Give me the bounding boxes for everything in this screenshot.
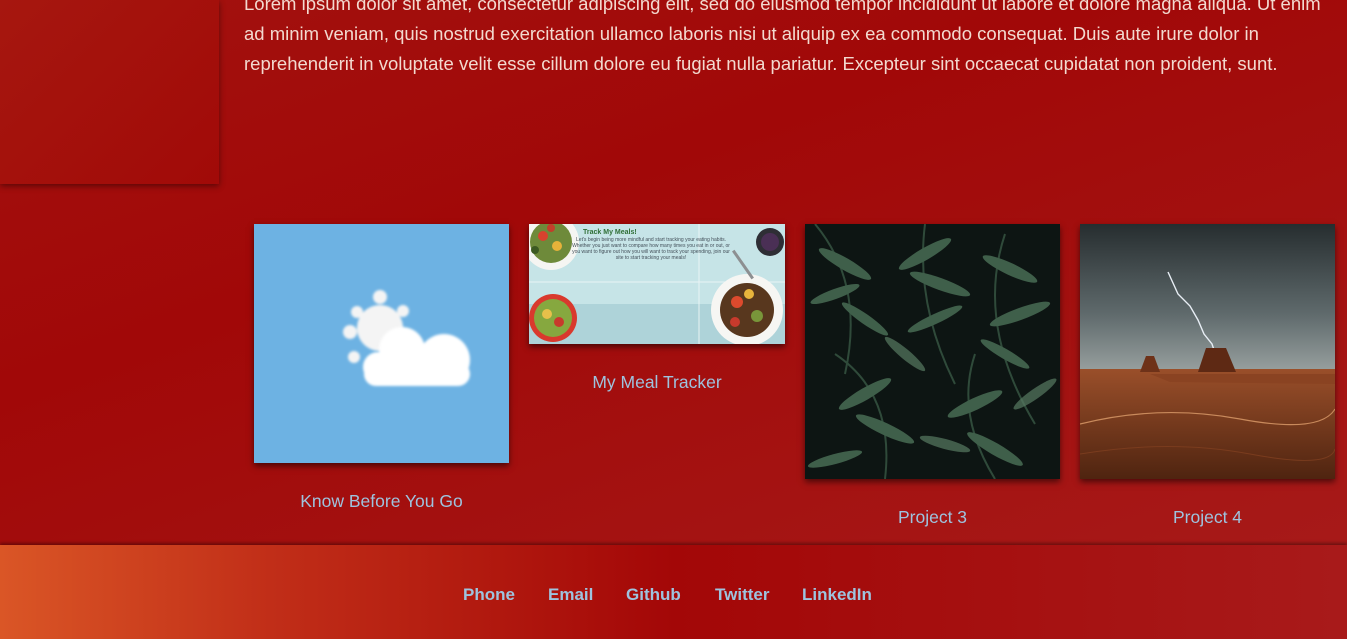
footer-link-email[interactable]: Email [548, 585, 593, 605]
footer-link-twitter[interactable]: Twitter [715, 585, 769, 605]
side-panel [0, 0, 219, 184]
footer-link-phone[interactable]: Phone [463, 585, 515, 605]
project-title[interactable]: Project 4 [1080, 507, 1335, 528]
footer-link-github[interactable]: Github [626, 585, 681, 605]
footer: Phone Email Github Twitter LinkedIn [0, 545, 1347, 639]
project-title[interactable]: My Meal Tracker [529, 372, 785, 393]
project-thumbnail[interactable] [254, 224, 509, 463]
project-thumbnail[interactable]: Track My Meals! Let's begin being more m… [529, 224, 785, 344]
weather-icon [343, 290, 470, 386]
project-card-project-4[interactable]: Project 4 [1080, 224, 1335, 534]
project-thumbnail[interactable] [1080, 224, 1335, 479]
project-thumbnail[interactable] [805, 224, 1060, 479]
jungle-leaves-photo [805, 224, 1060, 479]
desert-lightning-photo [1080, 224, 1335, 479]
project-card-project-3[interactable]: Project 3 [805, 224, 1060, 534]
footer-link-linkedin[interactable]: LinkedIn [802, 585, 872, 605]
screenshot-heading: Track My Meals! [583, 229, 637, 236]
project-title[interactable]: Know Before You Go [254, 491, 509, 512]
project-card-know-before-you-go[interactable]: Know Before You Go [254, 224, 509, 524]
project-title[interactable]: Project 3 [805, 507, 1060, 528]
meal-tracker-screenshot: Track My Meals! Let's begin being more m… [529, 224, 785, 344]
screenshot-text: Let's begin being more mindful and start… [572, 237, 730, 261]
about-paragraph: Lorem ipsum dolor sit amet, consectetur … [244, 0, 1321, 74]
project-card-my-meal-tracker[interactable]: Track My Meals! Let's begin being more m… [529, 224, 785, 394]
